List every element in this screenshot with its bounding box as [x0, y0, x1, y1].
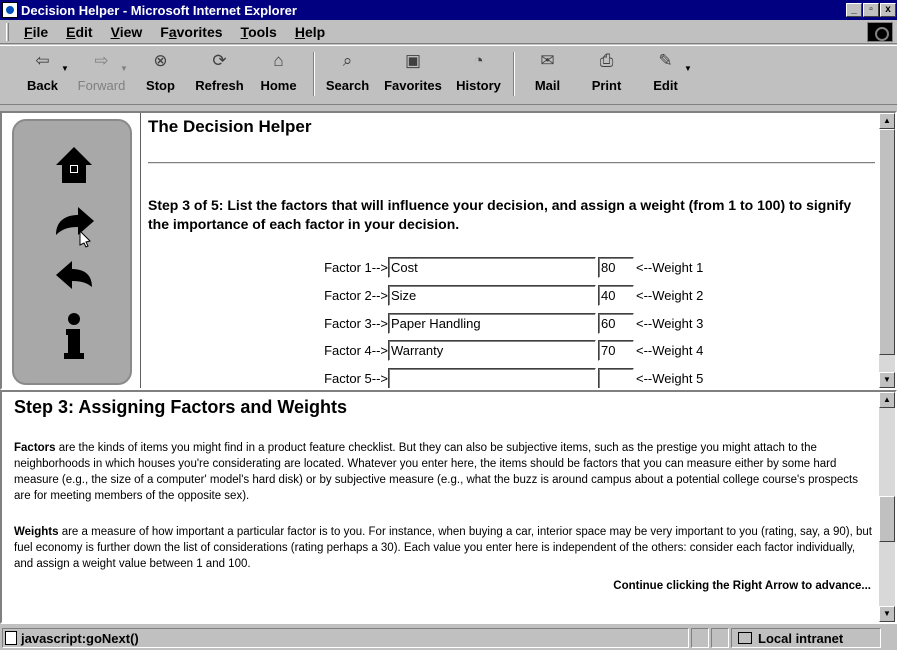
menu-bar: File Edit View Favorites Tools Help: [0, 20, 897, 44]
right-arrow-icon[interactable]: [50, 201, 98, 249]
bottom-scrollbar[interactable]: ▲ ▼: [879, 392, 895, 622]
page-title: The Decision Helper: [148, 117, 312, 136]
menu-grip[interactable]: [6, 22, 9, 41]
stop-button[interactable]: ⊗ Stop: [132, 50, 189, 93]
mail-button[interactable]: ✉ Mail: [519, 50, 576, 93]
page-icon: [5, 631, 17, 645]
menu-favorites[interactable]: Favorites: [151, 24, 231, 40]
factor-label: Factor 5-->: [324, 371, 388, 386]
minimize-button[interactable]: _: [846, 3, 862, 17]
status-cell: [691, 628, 709, 648]
security-zone[interactable]: Local intranet: [731, 628, 881, 648]
weight-3-input[interactable]: 60: [598, 313, 634, 334]
menu-help[interactable]: Help: [286, 24, 334, 40]
factor-row: Factor 4--> Warranty 70 <--Weight 4: [292, 339, 703, 362]
history-icon: ◔: [473, 51, 484, 70]
factor-row: Factor 2--> Size 40 <--Weight 2: [292, 284, 703, 307]
status-text-panel: javascript:goNext(): [2, 628, 689, 648]
home-icon: ⌂: [273, 51, 284, 70]
edit-dropdown-icon[interactable]: ▼: [684, 64, 696, 73]
horizontal-rule: [148, 162, 875, 164]
status-cell: [711, 628, 729, 648]
info-icon[interactable]: [50, 311, 98, 359]
weight-label: <--Weight 1: [636, 260, 704, 275]
intranet-icon: [738, 632, 752, 644]
favorites-button[interactable]: ▣ Favorites: [378, 50, 448, 93]
status-bar: javascript:goNext() Local intranet: [0, 626, 897, 650]
bottom-frame: Step 3: Assigning Factors and Weights Fa…: [0, 390, 897, 624]
scroll-up-arrow-icon[interactable]: ▲: [879, 392, 895, 408]
scroll-thumb[interactable]: [879, 129, 895, 355]
top-frame: The Decision Helper Step 3 of 5: List th…: [0, 111, 897, 390]
scroll-thumb[interactable]: [879, 496, 895, 542]
window-title: Decision Helper - Microsoft Internet Exp…: [21, 2, 297, 18]
factor-4-input[interactable]: Warranty: [388, 340, 596, 361]
nav-panel: [12, 119, 132, 385]
zone-label: Local intranet: [758, 630, 844, 646]
weight-label: <--Weight 2: [636, 288, 704, 303]
stop-icon: ⊗: [153, 51, 168, 70]
left-arrow-icon[interactable]: [50, 255, 98, 303]
factor-2-input[interactable]: Size: [388, 285, 596, 306]
factors-paragraph: Factors are the kinds of items you might…: [14, 442, 858, 502]
windows-logo-icon: [867, 22, 893, 42]
menu-edit[interactable]: Edit: [57, 24, 101, 40]
weight-5-input[interactable]: [598, 368, 634, 388]
factor-1-input[interactable]: Cost: [388, 257, 596, 278]
weight-label: <--Weight 4: [636, 343, 704, 358]
refresh-icon: ⟳: [212, 51, 227, 70]
ie-icon: [2, 2, 18, 18]
nav-divider: [140, 113, 141, 388]
edit-icon: ✎: [658, 51, 673, 70]
step-instructions: Step 3 of 5: List the factors that will …: [148, 197, 852, 232]
weight-2-input[interactable]: 40: [598, 285, 634, 306]
history-button[interactable]: ◔ History: [450, 50, 507, 93]
search-icon: ⌕: [342, 51, 353, 70]
section-title: Step 3: Assigning Factors and Weights: [14, 397, 348, 417]
factor-row: Factor 5--> <--Weight 5: [292, 367, 704, 388]
factor-label: Factor 1-->: [324, 260, 388, 275]
status-text: javascript:goNext(): [21, 630, 139, 646]
scroll-down-arrow-icon[interactable]: ▼: [879, 372, 895, 388]
search-button[interactable]: ⌕ Search: [319, 50, 376, 93]
toolbar-separator: [513, 52, 515, 96]
factor-label: Factor 4-->: [324, 343, 388, 358]
factor-label: Factor 2-->: [324, 288, 388, 303]
weight-4-input[interactable]: 70: [598, 340, 634, 361]
menu-view[interactable]: View: [102, 24, 152, 40]
favorites-icon: ▣: [404, 51, 422, 70]
forward-arrow-icon: ⇨: [94, 51, 109, 70]
toolbar: ⇦ Back ▼ ⇨ Forward ▼ ⊗ Stop ⟳ Refresh ⌂ …: [0, 45, 897, 105]
factor-row: Factor 1--> Cost 80 <--Weight 1: [292, 256, 703, 279]
factor-label: Factor 3-->: [324, 316, 388, 331]
close-button[interactable]: x: [880, 3, 896, 17]
factor-3-input[interactable]: Paper Handling: [388, 313, 596, 334]
top-scrollbar[interactable]: ▲ ▼: [879, 113, 895, 388]
weights-paragraph: Weights are a measure of how important a…: [14, 526, 873, 570]
factor-5-input[interactable]: [388, 368, 596, 388]
scroll-up-arrow-icon[interactable]: ▲: [879, 113, 895, 129]
forward-dropdown-icon[interactable]: ▼: [120, 64, 132, 73]
toolbar-separator: [313, 52, 315, 96]
mail-icon: ✉: [540, 51, 555, 70]
maximize-button[interactable]: ▫: [863, 3, 879, 17]
scroll-down-arrow-icon[interactable]: ▼: [879, 606, 895, 622]
menu-file[interactable]: File: [15, 24, 57, 40]
weight-label: <--Weight 5: [636, 371, 704, 386]
back-dropdown-icon[interactable]: ▼: [61, 64, 73, 73]
title-bar: Decision Helper - Microsoft Internet Exp…: [0, 0, 897, 20]
printer-icon: ⎙: [599, 51, 614, 70]
continue-hint: Continue clicking the Right Arrow to adv…: [613, 580, 871, 592]
weight-1-input[interactable]: 80: [598, 257, 634, 278]
refresh-button[interactable]: ⟳ Refresh: [191, 50, 248, 93]
menu-tools[interactable]: Tools: [232, 24, 286, 40]
factor-row: Factor 3--> Paper Handling 60 <--Weight …: [292, 312, 703, 335]
home-button[interactable]: ⌂ Home: [250, 50, 307, 93]
back-arrow-icon: ⇦: [35, 51, 50, 70]
home-nav-icon[interactable]: [50, 143, 98, 191]
weight-label: <--Weight 3: [636, 316, 704, 331]
print-button[interactable]: ⎙ Print: [578, 50, 635, 93]
